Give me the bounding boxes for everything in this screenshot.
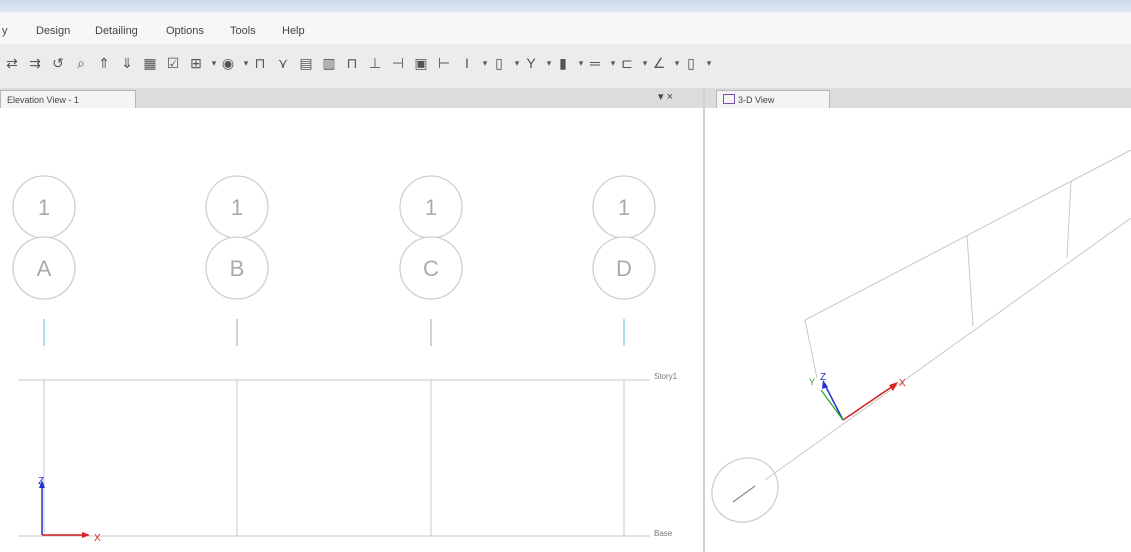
grid-b-story-label: 1 bbox=[231, 195, 243, 220]
menu-bar: y Design Detailing Options Tools Help bbox=[0, 12, 1131, 44]
draw-support-icon[interactable]: ⊥ bbox=[367, 54, 383, 72]
3d-view-canvas[interactable]: X Z Y bbox=[705, 108, 1131, 552]
menu-help[interactable]: Help bbox=[282, 25, 305, 37]
draw-column-section-icon[interactable]: Y bbox=[523, 54, 539, 72]
tab-3d-view[interactable]: 3-D View bbox=[716, 90, 830, 108]
grid-c-story-label: 1 bbox=[425, 195, 437, 220]
tab-3d-view-label: 3-D View bbox=[738, 95, 775, 105]
draw-wall-icon[interactable]: ▥ bbox=[321, 54, 337, 72]
tab-elevation-view[interactable]: Elevation View - 1 bbox=[0, 90, 136, 108]
menu-detailing[interactable]: Detailing bbox=[95, 25, 138, 37]
checkbox-select-icon[interactable]: ☑ bbox=[165, 54, 181, 72]
draw-slab-icon[interactable]: ═ bbox=[587, 54, 603, 72]
menu-options[interactable]: Options bbox=[166, 25, 204, 37]
3d-frame-structure bbox=[764, 149, 1131, 481]
dropdown-arrow-icon[interactable]: ▾ bbox=[482, 54, 488, 72]
menu-tools[interactable]: Tools bbox=[230, 25, 256, 37]
move-down-icon[interactable]: ⇓ bbox=[119, 54, 135, 72]
dropdown-arrow-icon[interactable]: ▾ bbox=[243, 54, 249, 72]
story-label-base: Base bbox=[654, 529, 673, 538]
elevation-view-canvas[interactable]: 1 A 1 B 1 C 1 D Story1 Base Z X bbox=[0, 108, 703, 552]
window-title-bar bbox=[0, 0, 1131, 12]
dropdown-arrow-icon[interactable]: ▾ bbox=[642, 54, 648, 72]
axis-triad: Z X bbox=[38, 476, 101, 544]
grid-a-story-label: 1 bbox=[38, 195, 50, 220]
grid-d-label: D bbox=[616, 256, 632, 281]
dropdown-arrow-icon[interactable]: ▾ bbox=[211, 54, 217, 72]
draw-beam-icon[interactable]: I bbox=[459, 54, 475, 72]
dropdown-arrow-icon[interactable]: ▾ bbox=[546, 54, 552, 72]
grid-c-label: C bbox=[423, 256, 439, 281]
grid-line-c[interactable]: 1 C bbox=[399, 175, 463, 536]
toolbar: ⇄ ⇉ ↺ ⌕ ⇑ ⇓ ▦ ☑ ⊞ ▾ ◉ ▾ ⊓ ⋎ ▤ ▥ ⊓ ⊥ ⊣ ▣ ⊢ I ▾ ▯ ▾ Y ▾ ▮ ▾ ═ ▾ ⊏ ▾ ∠ ▾ ▯ ▾ bbox=[0, 44, 1131, 89]
draw-column-icon[interactable]: ▯ bbox=[491, 54, 507, 72]
draw-wall-section-icon[interactable]: ▮ bbox=[555, 54, 571, 72]
cube-icon bbox=[723, 94, 735, 104]
undo-rotate-icon[interactable]: ↺ bbox=[50, 54, 66, 72]
draw-area-icon[interactable]: ▣ bbox=[413, 54, 429, 72]
select-icon[interactable]: ▦ bbox=[142, 54, 158, 72]
grid-line-b[interactable]: 1 B bbox=[205, 175, 269, 536]
3d-axis-z-label: Z bbox=[820, 372, 826, 383]
draw-link-icon[interactable]: ⊣ bbox=[390, 54, 406, 72]
menu-design[interactable]: Design bbox=[36, 25, 70, 37]
axis-z-label: Z bbox=[38, 476, 44, 487]
draw-opening-icon[interactable]: ⊓ bbox=[344, 54, 360, 72]
view-cursor-marker bbox=[711, 457, 779, 523]
panel-controls[interactable]: ▾ × bbox=[658, 90, 673, 103]
axis-x-label: X bbox=[94, 533, 101, 544]
grid-a-label: A bbox=[37, 256, 52, 281]
align-joints-icon[interactable]: ⇉ bbox=[27, 54, 43, 72]
dropdown-arrow-icon[interactable]: ▾ bbox=[578, 54, 584, 72]
menu-view[interactable]: y bbox=[2, 25, 8, 37]
draw-brace-icon[interactable]: ⋎ bbox=[275, 54, 291, 72]
draw-floor-icon[interactable]: ▤ bbox=[298, 54, 314, 72]
draw-deck-icon[interactable]: ⊏ bbox=[619, 54, 635, 72]
draw-dimension-icon[interactable]: ∠ bbox=[651, 54, 667, 72]
rubber-band-zoom-icon[interactable]: ⌕ bbox=[73, 54, 89, 72]
grid-b-label: B bbox=[230, 256, 245, 281]
dropdown-arrow-icon[interactable]: ▾ bbox=[610, 54, 616, 72]
dropdown-arrow-icon[interactable]: ▾ bbox=[674, 54, 680, 72]
dropdown-arrow-icon[interactable]: ▾ bbox=[706, 54, 712, 72]
grid-line-d[interactable]: 1 D bbox=[592, 175, 656, 536]
draw-reference-icon[interactable]: ▯ bbox=[683, 54, 699, 72]
draw-tendon-icon[interactable]: ⊢ bbox=[436, 54, 452, 72]
3d-axis-x-label: X bbox=[899, 378, 906, 389]
object-shrink-icon[interactable]: ◉ bbox=[220, 54, 236, 72]
3d-axis-y-label: Y bbox=[809, 377, 815, 387]
3d-axis-triad: X Z Y bbox=[732, 372, 906, 503]
align-points-icon[interactable]: ⇄ bbox=[4, 54, 20, 72]
move-up-icon[interactable]: ⇑ bbox=[96, 54, 112, 72]
dropdown-arrow-icon[interactable]: ▾ bbox=[514, 54, 520, 72]
grid-d-story-label: 1 bbox=[618, 195, 630, 220]
display-options-icon[interactable]: ⊞ bbox=[188, 54, 204, 72]
story-label-story1: Story1 bbox=[654, 372, 678, 381]
draw-frame-icon[interactable]: ⊓ bbox=[252, 54, 268, 72]
